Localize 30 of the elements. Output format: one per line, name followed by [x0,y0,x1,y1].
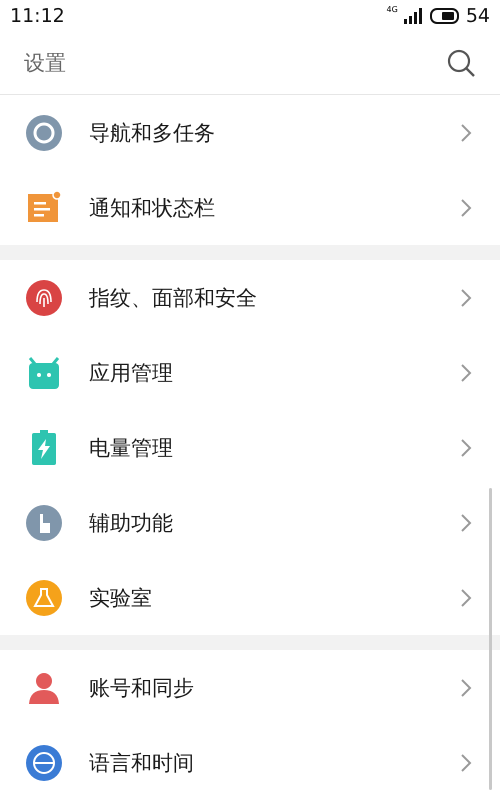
chevron-icon [460,438,472,458]
settings-item[interactable]: 指纹、面部和安全 [0,260,500,335]
chevron-icon [460,512,472,532]
settings-item[interactable]: 语言和时间 [0,725,500,790]
status-time: 11:12 [10,5,65,27]
chevron-icon [460,588,472,608]
chevron-icon [460,288,472,308]
settings-item[interactable]: 辅助功能 [0,485,500,560]
settings-item[interactable]: 导航和多任务 [0,95,500,170]
chevron-icon [460,362,472,382]
settings-item[interactable]: 通知和状态栏 [0,170,500,245]
search-icon[interactable] [446,48,476,78]
settings-item[interactable]: 实验室 [0,560,500,635]
settings-item[interactable]: 应用管理 [0,335,500,410]
chevron-icon [460,122,472,142]
chevron-icon [460,198,472,218]
network-label: 4G [386,5,398,14]
chevron-icon [460,678,472,698]
robot-icon [26,354,62,390]
chevron-icon [460,752,472,772]
globe-icon [26,744,62,780]
page-title: 设置 [24,50,66,77]
battery-icon [430,8,460,24]
settings-item[interactable]: 电量管理 [0,410,500,485]
fingerprint-icon [26,280,62,316]
target-icon [26,114,62,150]
signal-icon [404,7,424,25]
battery-level: 54 [466,5,490,27]
settings-item[interactable]: 账号和同步 [0,650,500,725]
flask-icon [26,580,62,616]
